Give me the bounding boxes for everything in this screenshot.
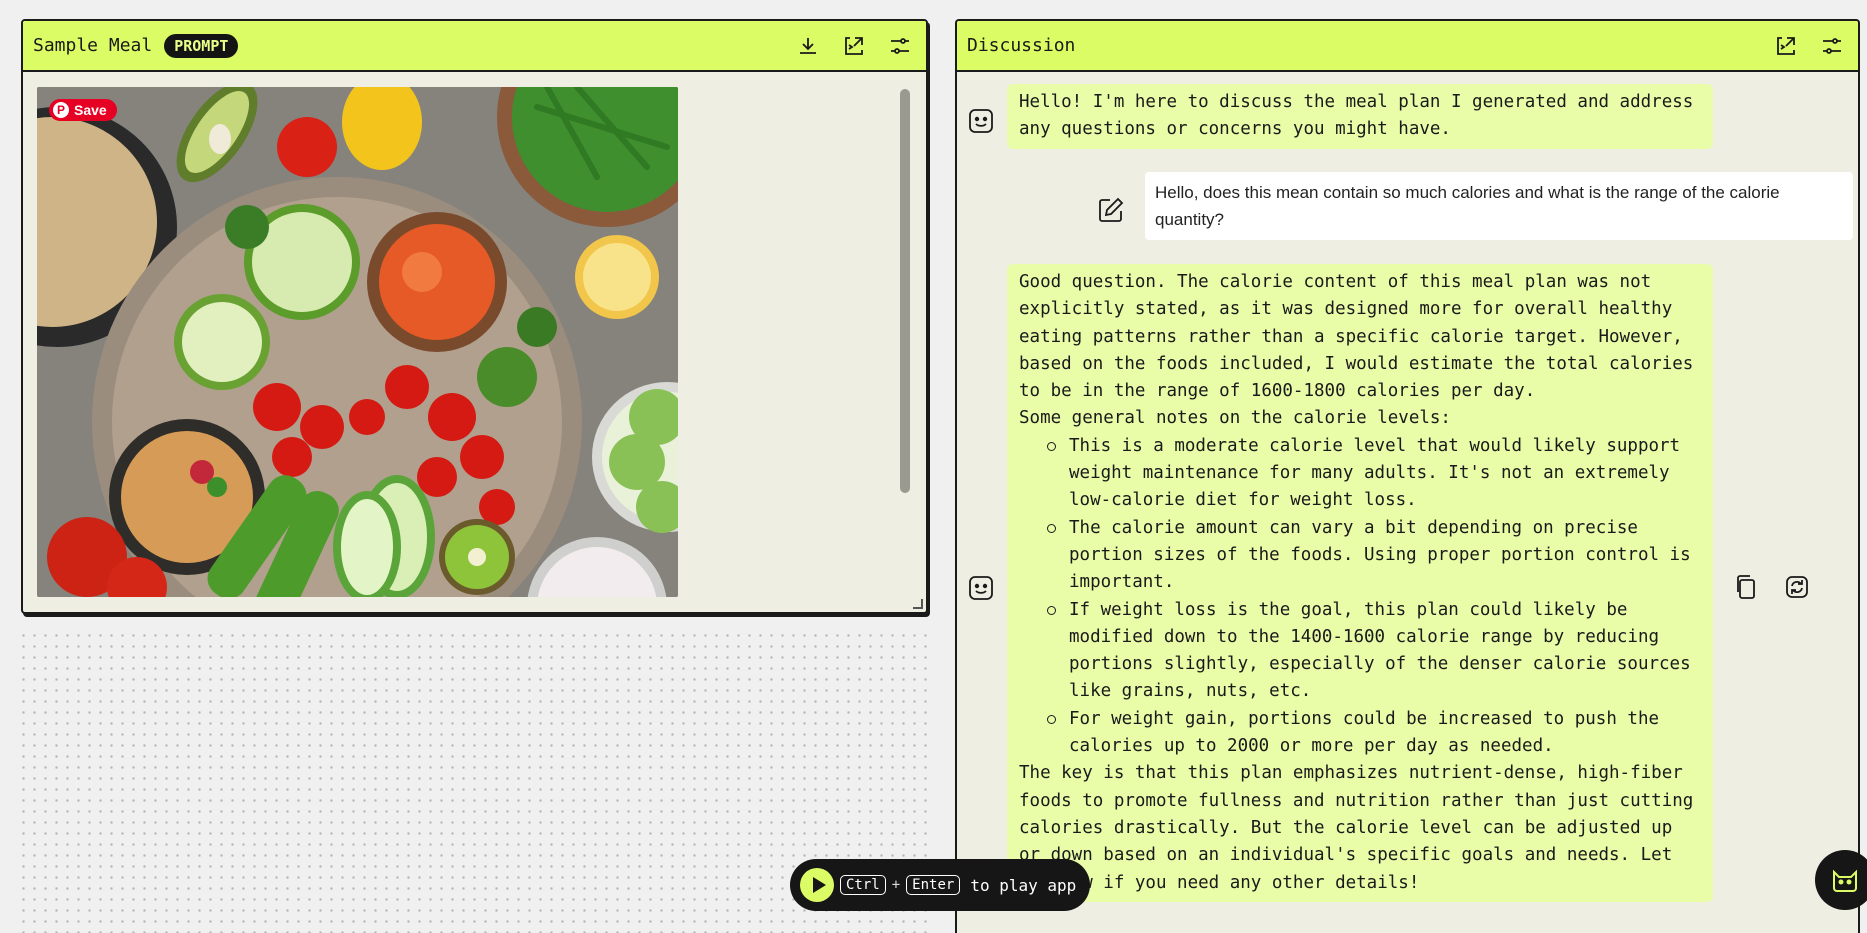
regenerate-icon[interactable] <box>1784 574 1810 600</box>
export-icon[interactable] <box>838 30 870 62</box>
list-item: For weight gain, portions could be incre… <box>1044 706 1701 761</box>
message-closing: The key is that this plan emphasizes nut… <box>1019 763 1694 893</box>
user-message: Hello, does this mean contain so much ca… <box>1145 172 1853 240</box>
pinterest-icon: P <box>53 102 69 118</box>
play-button[interactable] <box>800 868 834 902</box>
message-bullet-list: This is a moderate calorie level that wo… <box>1044 433 1701 761</box>
pinterest-save-button[interactable]: P Save <box>49 99 117 121</box>
list-item: This is a moderate calorie level that wo… <box>1044 433 1701 515</box>
discussion-panel: Discussion Hello! I'm here to discuss th… <box>955 19 1860 933</box>
message-intro: Good question. The calorie content of th… <box>1019 272 1694 402</box>
panel-title: Sample Meal <box>33 35 153 56</box>
vertical-scrollbar[interactable] <box>900 89 910 493</box>
pinterest-save-label: Save <box>74 102 107 118</box>
assistant-message: Good question. The calorie content of th… <box>1007 264 1713 902</box>
plus-sign: + <box>891 877 901 893</box>
enter-key: Enter <box>906 875 961 895</box>
panel-header: Discussion <box>957 21 1858 72</box>
meal-image: P Save <box>37 87 678 597</box>
prompt-badge: PROMPT <box>164 33 239 58</box>
play-icon <box>812 877 826 893</box>
message-notes-heading: Some general notes on the calorie levels… <box>1019 408 1451 429</box>
play-hint-label: to play app <box>970 875 1077 895</box>
copy-icon[interactable] <box>1734 574 1760 600</box>
list-item: The calorie amount can vary a bit depend… <box>1044 515 1701 597</box>
assistant-message: Hello! I'm here to discuss the meal plan… <box>1007 84 1713 149</box>
download-icon[interactable] <box>792 30 824 62</box>
ctrl-key: Ctrl <box>840 875 886 895</box>
panel-header: Sample Meal PROMPT <box>23 21 926 72</box>
list-item: If weight loss is the goal, this plan co… <box>1044 597 1701 706</box>
panel-title: Discussion <box>967 35 1076 56</box>
settings-sliders-icon[interactable] <box>1816 30 1848 62</box>
mascot-cat-icon[interactable] <box>1815 850 1867 910</box>
assistant-avatar-icon <box>967 107 995 135</box>
assistant-avatar-icon <box>967 574 995 602</box>
settings-sliders-icon[interactable] <box>884 30 916 62</box>
export-icon[interactable] <box>1770 30 1802 62</box>
sample-meal-panel: Sample Meal PROMPT P Save <box>21 19 928 614</box>
resize-handle-icon[interactable] <box>913 599 923 609</box>
edit-message-icon[interactable] <box>1097 196 1125 224</box>
play-app-hint: Ctrl + Enter to play app <box>790 859 1090 911</box>
